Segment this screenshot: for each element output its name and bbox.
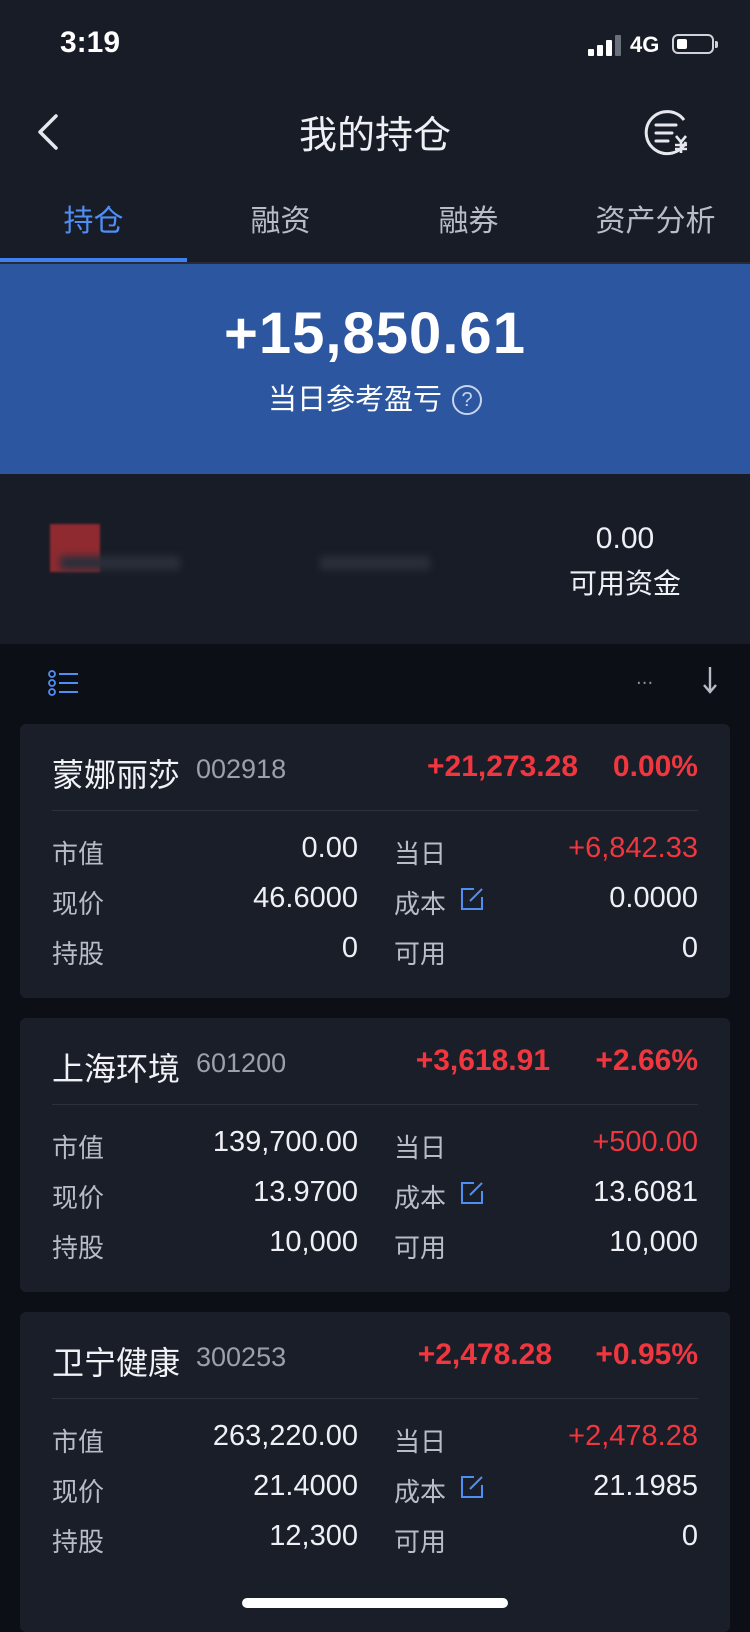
funds-filter-icon[interactable] [640, 104, 696, 160]
card-divider [52, 810, 698, 811]
market-value: 139,700.00 [212, 1126, 358, 1158]
position-pnl-percent: 0.00% [612, 750, 698, 783]
nav-bar: 我的持仓 [0, 92, 750, 172]
daily-pnl-value: +15,850.61 [224, 301, 526, 366]
daily-pnl-label-row: 当日参考盈亏? [0, 376, 750, 418]
price-label: 现价 [52, 890, 105, 920]
tab-securities-lending[interactable]: 融券 [375, 196, 562, 240]
status-time: 3:19 [60, 26, 121, 59]
account-summary: 0.00 可用资金 [0, 474, 750, 644]
price-label: 现价 [52, 1478, 105, 1508]
stock-code: 601200 [196, 1048, 287, 1078]
daily-label: 当日 [394, 840, 447, 870]
stock-name: 上海环境 [52, 1050, 181, 1088]
card-divider [52, 1104, 698, 1105]
daily-pnl-label: 当日参考盈亏 [267, 382, 442, 416]
redacted-text [60, 556, 180, 570]
stock-name: 蒙娜丽莎 [52, 756, 181, 794]
stock-name: 卫宁健康 [52, 1344, 181, 1382]
edit-cost-icon[interactable] [460, 1475, 484, 1499]
cost-label: 成本 [394, 1184, 447, 1214]
cost-price: 0.0000 [609, 882, 698, 914]
edit-cost-icon[interactable] [460, 1181, 484, 1205]
shares-label: 持股 [52, 940, 105, 970]
stock-code: 300253 [196, 1342, 287, 1372]
market-value-label: 市值 [52, 1134, 105, 1164]
market-value-label: 市值 [52, 840, 105, 870]
shares-available: 0 [681, 1520, 698, 1552]
stock-code: 002918 [196, 754, 287, 784]
available-cash-label: 可用资金 [568, 567, 681, 600]
shares-held: 10,000 [269, 1226, 358, 1258]
cost-price: 21.1985 [593, 1470, 698, 1502]
market-value: 263,220.00 [212, 1420, 358, 1452]
help-icon[interactable]: ? [452, 385, 482, 415]
current-price: 46.6000 [253, 882, 358, 914]
daily-pnl: +2,478.28 [568, 1420, 698, 1452]
home-indicator[interactable] [242, 1598, 508, 1608]
daily-label: 当日 [394, 1134, 447, 1164]
battery-icon [672, 34, 718, 54]
market-value-label: 市值 [52, 1428, 105, 1458]
more-indicator[interactable]: ... [636, 668, 653, 689]
shares-held: 12,300 [269, 1520, 358, 1552]
redacted-text [320, 556, 430, 570]
tab-margin-financing[interactable]: 融资 [187, 196, 374, 240]
holding-card[interactable]: 卫宁健康 300253 +2,478.28 +0.95% 市值 263,220.… [20, 1312, 730, 1586]
available-label: 可用 [394, 1234, 447, 1264]
cost-label: 成本 [394, 890, 447, 920]
available-cash-value: 0.00 [595, 522, 655, 555]
market-value: 0.00 [301, 832, 358, 864]
shares-label: 持股 [52, 1234, 105, 1264]
sort-arrow-icon[interactable] [700, 664, 720, 696]
daily-pnl-banner: +15,850.61 当日参考盈亏? [0, 264, 750, 474]
holding-card[interactable]: 蒙娜丽莎 002918 +21,273.28 0.00% 市值 0.00 当日 … [20, 724, 730, 998]
status-bar: 3:19 4G [0, 0, 750, 92]
list-view-icon[interactable] [48, 670, 80, 696]
shares-label: 持股 [52, 1528, 105, 1558]
cost-price: 13.6081 [593, 1176, 698, 1208]
position-pnl: +21,273.28 [427, 750, 578, 783]
position-pnl: +2,478.28 [417, 1338, 552, 1371]
shares-available: 10,000 [609, 1226, 698, 1258]
edit-cost-icon[interactable] [460, 887, 484, 911]
network-type: 4G [630, 32, 660, 57]
tab-positions[interactable]: 持仓 [0, 196, 187, 240]
cost-label: 成本 [394, 1478, 447, 1508]
shares-held: 0 [341, 932, 358, 964]
position-pnl: +3,618.91 [415, 1044, 550, 1077]
daily-pnl: +500.00 [592, 1126, 698, 1158]
current-price: 13.9700 [253, 1176, 358, 1208]
available-label: 可用 [394, 940, 447, 970]
signal-icon [588, 34, 622, 56]
daily-label: 当日 [394, 1428, 447, 1458]
tab-bar: 持仓 融资 融券 资产分析 [0, 172, 750, 264]
position-pnl-percent: +0.95% [595, 1338, 698, 1371]
daily-pnl: +6,842.33 [568, 832, 698, 864]
tab-asset-analysis[interactable]: 资产分析 [562, 196, 749, 240]
price-label: 现价 [52, 1184, 105, 1214]
position-pnl-percent: +2.66% [595, 1044, 698, 1077]
page-title: 我的持仓 [298, 113, 451, 157]
list-header: ... [0, 644, 750, 724]
current-price: 21.4000 [253, 1470, 358, 1502]
holding-card[interactable]: 上海环境 601200 +3,618.91 +2.66% 市值 139,700.… [20, 1018, 730, 1292]
card-divider [52, 1398, 698, 1399]
available-label: 可用 [394, 1528, 447, 1558]
shares-available: 0 [681, 932, 698, 964]
